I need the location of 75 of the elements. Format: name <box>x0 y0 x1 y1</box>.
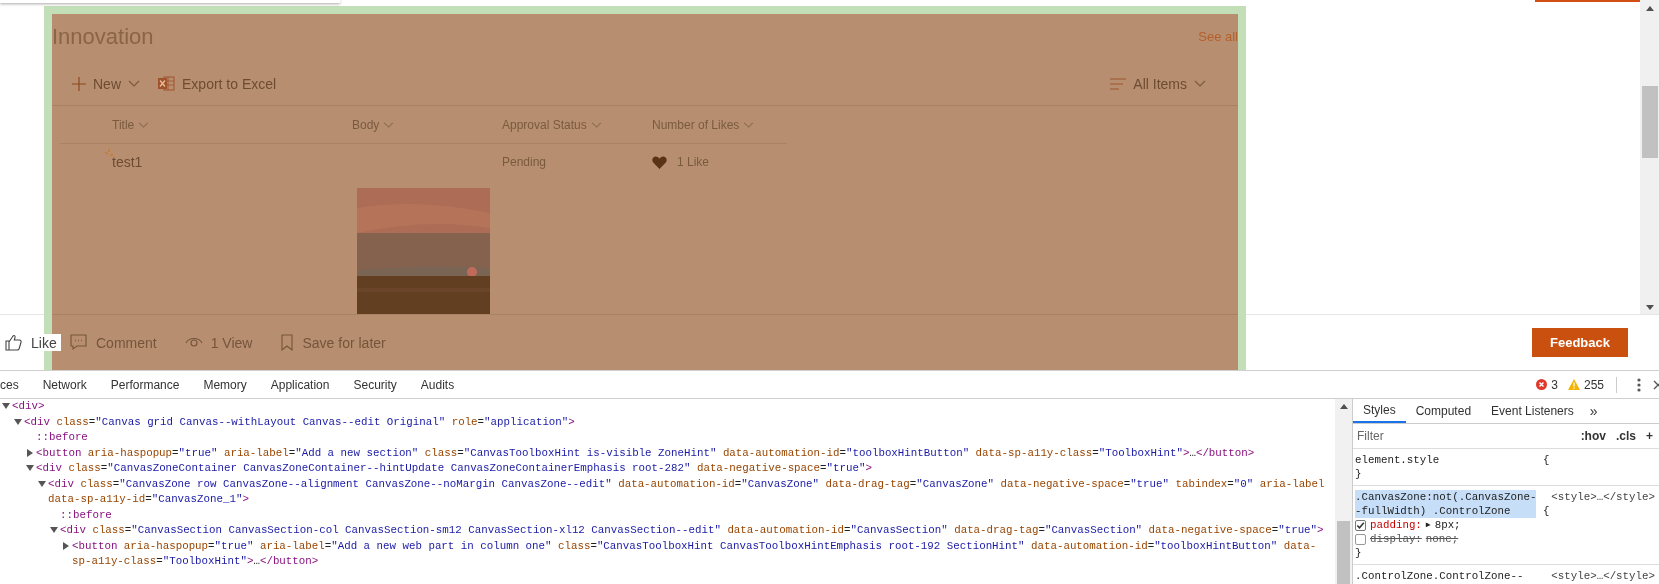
scrollbar[interactable] <box>1335 399 1353 584</box>
chevron-down-icon <box>128 80 140 88</box>
devtools-tab[interactable]: Performance <box>98 371 192 398</box>
thumbs-up-icon <box>5 334 23 351</box>
warning-icon <box>1567 379 1580 390</box>
status-text: Pending <box>502 155 548 170</box>
scroll-up-icon <box>1645 6 1654 11</box>
css-value: none; <box>1425 532 1459 546</box>
devtools-tab[interactable]: Audits <box>408 371 467 398</box>
spreadsheet-icon <box>158 76 175 92</box>
bookmark-icon <box>280 334 295 351</box>
collapse-arrow-icon[interactable] <box>26 464 34 472</box>
pseudo-element[interactable]: ::before <box>60 507 1335 523</box>
markup-text[interactable]: <div class="CanvasZoneContainer CanvasZoneContainer--hintUpdate CanvasZoneContainerEmphasis root-282" data-negative-space="true"> <box>36 461 1335 477</box>
css-property: display: <box>1370 532 1422 546</box>
styles-tab[interactable]: Event Listeners <box>1481 399 1584 423</box>
brace: } <box>1355 546 1363 560</box>
scroll-down-icon <box>1645 305 1654 310</box>
markup-text[interactable]: <div class="CanvasSection CanvasSection-col CanvasSection-sm12 CanvasSection-xl12 CanvasSection--edit" data-automation-id="CanvasSection" data-drag-tag="CanvasSection" data-negative-space="true"> <box>60 523 1335 539</box>
expand-toggle[interactable]: ▶ <box>1425 518 1431 532</box>
expand-arrow-icon[interactable] <box>26 448 34 457</box>
styles-tab[interactable]: Styles <box>1353 399 1406 423</box>
list-icon <box>1110 77 1127 90</box>
feedback-button[interactable]: Feedback <box>1532 328 1628 357</box>
brace: } <box>1355 467 1363 481</box>
source-link[interactable]: <style>…</style> <box>1551 569 1655 583</box>
source-link[interactable]: <style>…</style> <box>1551 490 1655 560</box>
markup-text[interactable]: <div class="Canvas grid Canvas--withLayout Canvas--edit Original" role="application"> <box>24 414 1335 430</box>
pane-button[interactable]: .cls <box>1613 429 1638 443</box>
devtools-tab[interactable]: ces <box>0 371 31 398</box>
expand-arrow-icon[interactable] <box>62 541 70 550</box>
css-value: 8px; <box>1434 518 1461 532</box>
markup-text[interactable]: <div class="CanvasZone row CanvasZone--alignment CanvasZone--noMargin CanvasZone--edit" data-automation-id="CanvasZone" data-drag-tag="CanvasZone" data-negative-space="true" tabindex="0" aria-label data-sp-a11y-id="CanvasZone_1"> <box>48 476 1335 508</box>
collapse-arrow-icon[interactable] <box>2 402 10 410</box>
chevron-down-icon <box>383 121 395 128</box>
comment-icon <box>70 334 88 351</box>
pane-button[interactable]: + <box>1644 429 1655 443</box>
css-property: padding: <box>1370 518 1422 532</box>
more-tabs-button[interactable]: » <box>1583 403 1604 419</box>
brace: { <box>1542 454 1550 466</box>
devtools-tab[interactable]: Memory <box>191 371 259 398</box>
more-options-icon[interactable] <box>1637 377 1641 392</box>
devtools-tab[interactable]: Security <box>341 371 409 398</box>
collapse-arrow-icon[interactable] <box>14 417 22 426</box>
markup-text[interactable]: <div> <box>12 399 1335 415</box>
error-count: 3 <box>1551 377 1558 392</box>
scrollbar-thumb[interactable] <box>1642 86 1658 158</box>
scroll-up-icon <box>1339 404 1348 409</box>
chevron-down-icon <box>1194 80 1206 88</box>
collapse-arrow-icon[interactable] <box>38 479 46 488</box>
checkbox-icon[interactable] <box>1355 533 1366 545</box>
like-button[interactable]: Like <box>5 334 61 351</box>
checked-checkbox-icon[interactable] <box>1355 519 1366 531</box>
css-selector[interactable]: .CanvasZone:not(.CanvasZone--fullWidth) .ControlZone <box>1355 490 1537 518</box>
warning-count: 255 <box>1583 377 1604 392</box>
scrollbar-thumb[interactable] <box>1337 521 1350 584</box>
collapse-arrow-icon[interactable] <box>50 526 58 534</box>
chevron-down-icon <box>590 121 602 128</box>
chevron-down-icon <box>743 121 755 128</box>
plus-icon <box>72 76 86 91</box>
close-icon[interactable] <box>1653 379 1659 390</box>
chevron-down-icon <box>138 121 150 128</box>
devtools-tab[interactable]: Network <box>30 371 99 398</box>
css-selector[interactable]: .ControlZone.ControlZone-- <box>1355 569 1537 583</box>
css-selector[interactable]: element.style <box>1355 453 1537 467</box>
styles-tab[interactable]: Computed <box>1405 399 1482 423</box>
scrollbar[interactable] <box>1640 0 1659 314</box>
pane-button[interactable]: :hov <box>1578 429 1608 443</box>
markup-text[interactable]: <button aria-haspopup="true" aria-label="Add a new web part in column one" class="CanvasToolboxHint CanvasToolboxHintEmphasis root-192 SectionHint" data-automation-id="toolboxHintButton" data-sp-a11y-class="ToolboxHint">…</button> <box>72 538 1335 570</box>
error-icon <box>1536 379 1548 390</box>
pseudo-element[interactable]: ::before <box>36 430 1335 446</box>
devtools-tab[interactable]: Application <box>258 371 342 398</box>
likes-count: 1 Like <box>677 155 710 170</box>
brace: { <box>1542 505 1550 517</box>
markup-text[interactable]: <button aria-haspopup="true" aria-label="Add a new section" class="CanvasToolboxHint is-visible ZoneHint" data-automation-id="toolboxHintButton" data-sp-a11y-class="ToolboxHint">…</button> <box>36 445 1335 461</box>
